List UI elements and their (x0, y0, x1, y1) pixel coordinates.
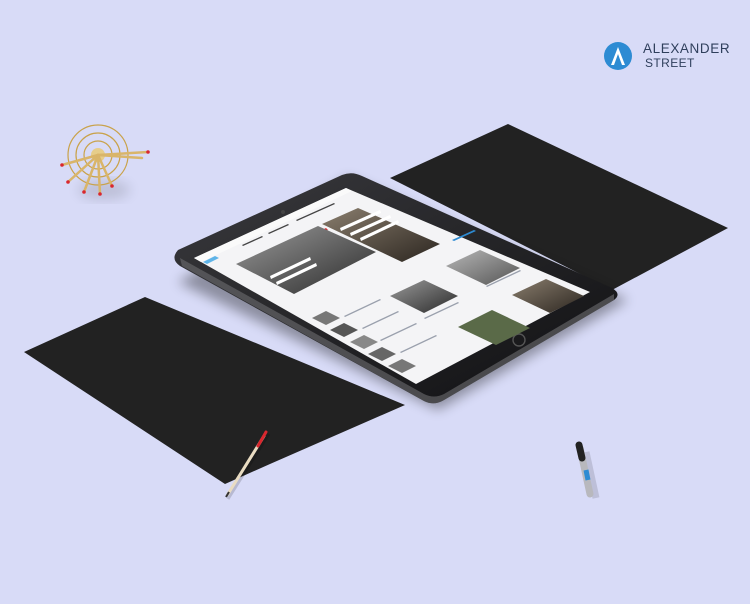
brand-wordmark: ALEXANDER STREET (643, 41, 731, 71)
brand-name-line1: ALEXANDER (643, 41, 731, 56)
pencil-cup-icon (60, 124, 150, 200)
marker-icon (575, 441, 600, 499)
brand-lockup[interactable]: ALEXANDER STREET (603, 39, 743, 73)
brand-logo-icon (604, 42, 632, 70)
brand-name-line2: STREET (645, 56, 695, 70)
front-camera-icon (281, 210, 285, 214)
mockup-scene (24, 124, 728, 500)
